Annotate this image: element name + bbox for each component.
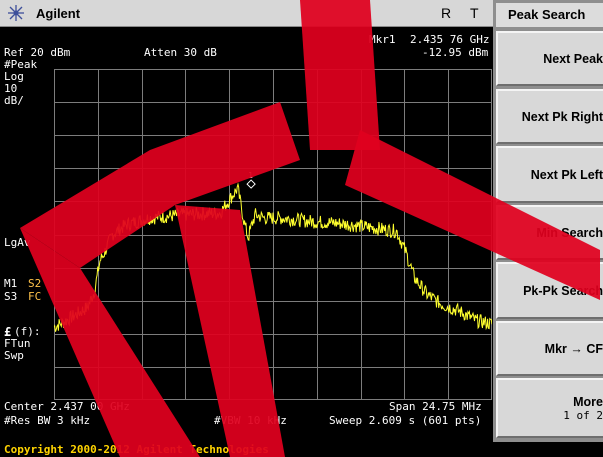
span: Span 24.75 MHz [389, 400, 482, 413]
sweep: Sweep 2.609 s (601 pts) [329, 414, 482, 427]
scale-unit: dB/ [4, 94, 24, 107]
pk-pk-search-label: Pk-Pk Search [523, 283, 603, 298]
analyzer-screen: Agilent R T Peak Search Next Peak Next P… [0, 0, 603, 457]
marker-1-symbol[interactable] [246, 179, 256, 189]
averaging: LgAv [4, 236, 31, 249]
marker-group: 1 [246, 171, 256, 189]
marker-frequency: 2.435 76 GHz [410, 33, 490, 46]
attenuation: Atten 30 dB [144, 46, 217, 59]
min-search-button[interactable]: Min Search [496, 205, 603, 260]
swp-label: Swp [4, 349, 24, 362]
min-search-label: Min Search [536, 225, 603, 240]
next-peak-label: Next Peak [543, 51, 603, 66]
next-peak-button[interactable]: Next Peak [496, 31, 603, 86]
center-frequency: Center 2.437 00 GHz [4, 400, 130, 413]
mkr-to-cf-button[interactable]: Mkr → CF [496, 321, 603, 376]
title-bar: Agilent R T [0, 0, 493, 27]
mkr-to-cf-label: Mkr → CF [544, 341, 603, 356]
next-pk-right-button[interactable]: Next Pk Right [496, 89, 603, 144]
s2-label: S2 [28, 277, 42, 290]
s3-label: S3 [4, 290, 18, 303]
agilent-spark-icon [8, 5, 24, 21]
pk-pk-search-button[interactable]: Pk-Pk Search [496, 262, 603, 319]
next-pk-left-button[interactable]: Next Pk Left [496, 146, 603, 203]
more-label: More [573, 394, 603, 409]
brand-name: Agilent [36, 6, 81, 21]
next-pk-right-label: Next Pk Right [521, 109, 603, 124]
remote-flag: R [441, 5, 452, 21]
menu-title: Peak Search [496, 3, 603, 27]
m1-label: M1 [4, 277, 18, 290]
spectrum-graticule: 1 [54, 69, 492, 400]
res-bw: #Res BW 3 kHz [4, 414, 91, 427]
marker-amplitude: -12.95 dBm [422, 46, 489, 59]
softkey-panel: Peak Search Next Peak Next Pk Right Next… [493, 0, 603, 442]
more-button[interactable]: More 1 of 2 [496, 378, 603, 438]
next-pk-left-label: Next Pk Left [530, 167, 603, 182]
marker-1-label: 1 [248, 171, 253, 180]
trigger-flag: T [470, 5, 479, 21]
vbw: #VBW 10 kHz [214, 414, 287, 427]
marker-readout-name: Mkr1 [369, 33, 396, 46]
fc-label: FC [28, 290, 42, 303]
more-page-indicator: 1 of 2 [563, 408, 603, 422]
copyright-bar: Copyright 2000-2012 Agilent Technologies [0, 442, 603, 457]
